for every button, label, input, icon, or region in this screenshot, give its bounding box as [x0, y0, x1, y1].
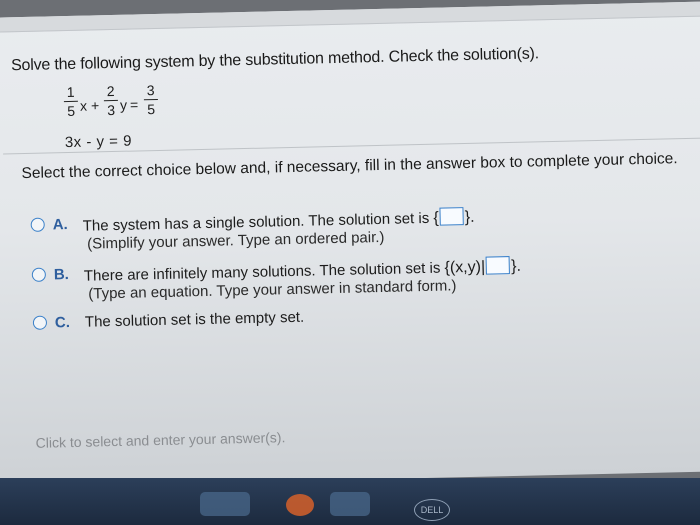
fraction-x-coefficient: 1 5 — [63, 83, 79, 120]
taskbar-app-button[interactable] — [200, 492, 250, 516]
choice-a-answer-box[interactable] — [439, 207, 464, 226]
footer-hint: Click to select and enter your answer(s)… — [35, 429, 286, 451]
fraction-constant: 3 5 — [143, 82, 159, 118]
equation-2: 3x - y = 9 — [64, 132, 133, 152]
choice-b-set-close: }. — [510, 257, 522, 276]
browser-content-area: Solve the following system by the substi… — [0, 0, 700, 488]
choice-b-set-open: {(x,y)| — [444, 258, 486, 277]
fraction-numerator: 3 — [146, 82, 155, 99]
choice-b-answer-box[interactable] — [485, 256, 511, 275]
choice-a-letter: A. — [52, 216, 68, 234]
choice-c-radio[interactable] — [32, 315, 48, 330]
choice-a-set-open: { — [433, 209, 439, 227]
choice-a-radio[interactable] — [30, 217, 45, 232]
fraction-denominator: 5 — [147, 101, 156, 118]
dell-logo-badge: DELL — [414, 499, 450, 521]
fraction-denominator: 5 — [67, 102, 76, 120]
question-prompt: Solve the following system by the substi… — [10, 45, 540, 75]
taskbar-app-icon[interactable] — [286, 494, 314, 516]
taskbar — [0, 478, 700, 525]
fraction-numerator: 2 — [106, 82, 115, 100]
plus-sign: + — [90, 97, 100, 114]
equation-system: 1 5 x + 2 3 y = 3 5 3x - y = 9 — [63, 81, 205, 152]
equation-1: 1 5 x + 2 3 y = 3 5 — [63, 81, 205, 132]
fraction-y-coefficient: 2 3 — [103, 82, 119, 119]
variable-x: x — [79, 97, 88, 114]
choice-b-letter: B. — [53, 266, 70, 284]
fraction-denominator: 3 — [107, 101, 116, 119]
choice-a-set-close: }. — [464, 208, 475, 227]
variable-y: y — [119, 96, 128, 113]
fraction-numerator: 1 — [66, 83, 75, 101]
choice-b-radio[interactable] — [31, 267, 46, 282]
taskbar-app-button[interactable] — [330, 492, 370, 516]
equals-sign: = — [129, 96, 139, 113]
instruction-text: Select the correct choice below and, if … — [21, 150, 678, 183]
choice-c-text: The solution set is the empty set. — [84, 308, 305, 331]
choice-c-letter: C. — [54, 314, 71, 332]
window-top-bar — [0, 0, 700, 33]
